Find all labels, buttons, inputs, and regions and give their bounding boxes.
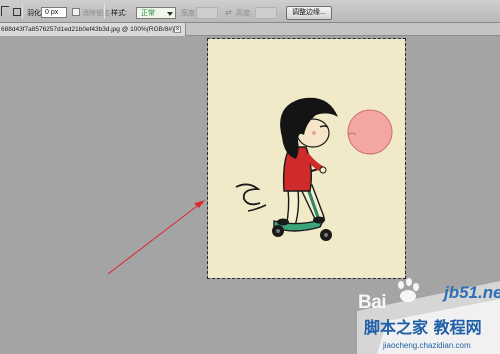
site-url-watermark: jiaocheng.chazidian.com — [383, 341, 471, 350]
jb51-logo: jb51.net — [444, 283, 500, 302]
site-name-watermark: 脚本之家 教程网 — [364, 318, 482, 337]
